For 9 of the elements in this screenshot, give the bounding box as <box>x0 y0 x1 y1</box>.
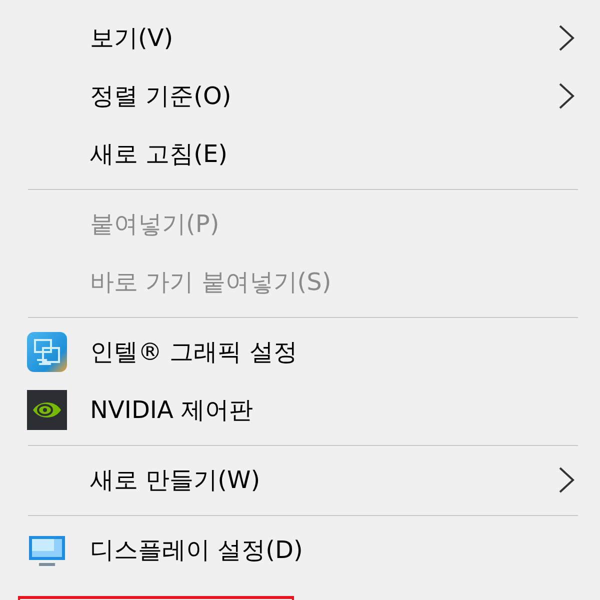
menu-item[interactable]: 디스플레이 설정(D) <box>90 536 303 564</box>
gpu-app-icon <box>25 388 69 432</box>
menu-item[interactable]: 인텔® 그래픽 설정 <box>90 338 298 366</box>
menu-item[interactable]: 새로 고침(E) <box>90 140 228 168</box>
menu-item[interactable]: NVIDIA 제어판 <box>90 396 254 424</box>
menu-item[interactable]: 보기(V) <box>90 24 174 52</box>
menu-item[interactable]: 새로 만들기(W) <box>90 466 260 494</box>
menu-item[interactable]: 정렬 기준(O) <box>90 82 232 110</box>
graphics-app-icon <box>25 330 69 374</box>
